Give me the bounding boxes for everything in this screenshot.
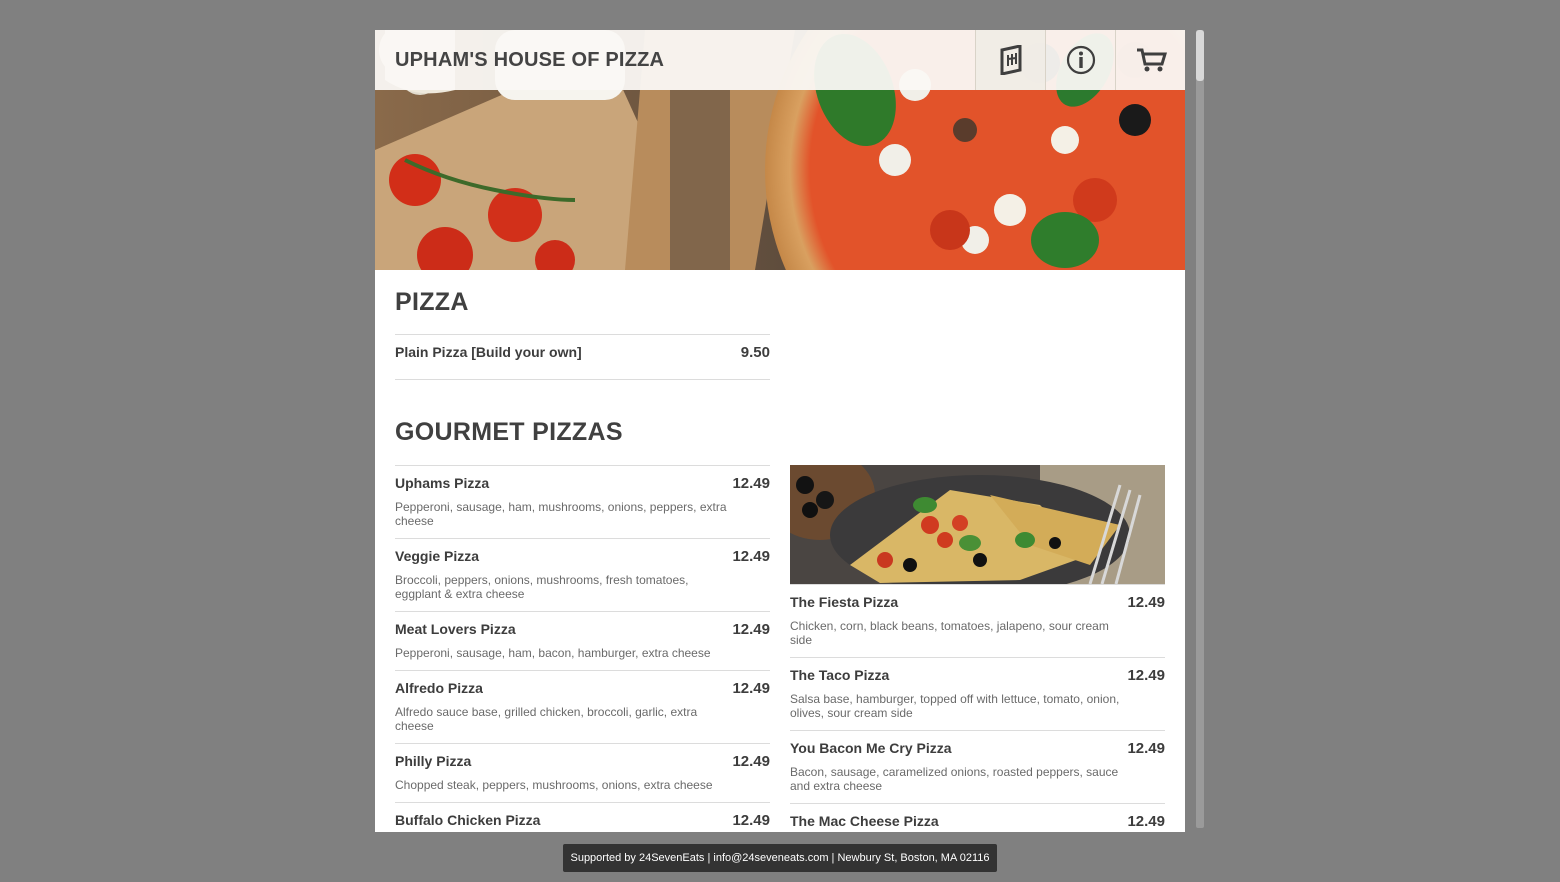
menu-item-name: Buffalo Chicken Pizza bbox=[395, 812, 541, 828]
menu-item-description: Chopped steak, peppers, mushrooms, onion… bbox=[395, 778, 713, 792]
menu-item-price: 12.49 bbox=[732, 753, 770, 770]
menu-item-price: 12.49 bbox=[1127, 594, 1165, 611]
menu-item-price: 12.49 bbox=[1127, 813, 1165, 830]
gourmet-pizza-photo bbox=[790, 465, 1165, 584]
menu-item-name: Veggie Pizza bbox=[395, 548, 480, 564]
menu-item-price: 12.49 bbox=[732, 475, 770, 492]
footer-text: Supported by 24SevenEats | info@24sevene… bbox=[570, 852, 990, 864]
menu-item-name: Alfredo Pizza bbox=[395, 680, 483, 696]
menu-item-description: Bacon, sausage, caramelized onions, roas… bbox=[790, 765, 1119, 793]
menu-item-description: Alfredo sauce base, grilled chicken, bro… bbox=[395, 705, 698, 733]
info-icon bbox=[1066, 45, 1096, 75]
menu-item-name: The Mac Cheese Pizza bbox=[790, 813, 939, 829]
cart-icon bbox=[1135, 46, 1167, 74]
menu-item-name: The Taco Pizza bbox=[790, 667, 890, 683]
pizza-list: Plain Pizza [Build your own] 9.50 bbox=[395, 334, 770, 380]
footer-bar: Supported by 24SevenEats | info@24sevene… bbox=[563, 844, 997, 872]
menu-item-price: 12.49 bbox=[1127, 667, 1165, 684]
restaurant-title: UPHAM'S HOUSE OF PIZZA bbox=[395, 48, 665, 71]
cart-button[interactable] bbox=[1115, 30, 1185, 90]
menu-item[interactable]: The Fiesta Pizza 12.49 Chicken, corn, bl… bbox=[790, 584, 1165, 657]
menu-item-price: 12.49 bbox=[732, 680, 770, 697]
gourmet-list-left: Uphams Pizza 12.49 Pepperoni, sausage, h… bbox=[395, 465, 770, 832]
menu-item-name: Plain Pizza [Build your own] bbox=[395, 344, 582, 360]
top-bar: UPHAM'S HOUSE OF PIZZA bbox=[375, 30, 1185, 90]
info-button[interactable] bbox=[1045, 30, 1115, 90]
menu-book-icon bbox=[998, 45, 1024, 75]
menu-item-price: 12.49 bbox=[732, 621, 770, 638]
menu-item-description: Chicken, corn, black beans, tomatoes, ja… bbox=[790, 619, 1109, 647]
menu-item-price: 12.49 bbox=[1127, 740, 1165, 757]
menu-item-price: 12.49 bbox=[732, 812, 770, 829]
menu-item-description: Salsa base, hamburger, topped off with l… bbox=[790, 692, 1120, 720]
menu-item-price: 12.49 bbox=[732, 548, 770, 565]
gourmet-list-right: The Fiesta Pizza 12.49 Chicken, corn, bl… bbox=[790, 465, 1165, 832]
menu-item[interactable]: The Mac Cheese Pizza 12.49 bbox=[790, 803, 1165, 832]
menu-item-name: You Bacon Me Cry Pizza bbox=[790, 740, 952, 756]
menu-item[interactable]: Philly Pizza 12.49 Chopped steak, pepper… bbox=[395, 743, 770, 802]
menu-item-description: Pepperoni, sausage, ham, mushrooms, onio… bbox=[395, 500, 727, 528]
menu-item-price: 9.50 bbox=[740, 344, 770, 361]
scrollbar-track[interactable] bbox=[1196, 30, 1204, 828]
menu-item[interactable]: You Bacon Me Cry Pizza 12.49 Bacon, saus… bbox=[790, 730, 1165, 803]
menu-item-name: The Fiesta Pizza bbox=[790, 594, 899, 610]
menu-item-description: Broccoli, peppers, onions, mushrooms, fr… bbox=[395, 573, 689, 601]
menu-item[interactable]: Buffalo Chicken Pizza 12.49 bbox=[395, 802, 770, 832]
divider bbox=[395, 379, 770, 380]
menu-item[interactable]: Plain Pizza [Build your own] 9.50 bbox=[395, 334, 770, 379]
menu-item-name: Uphams Pizza bbox=[395, 475, 490, 491]
section-title-gourmet: GOURMET PIZZAS bbox=[395, 418, 623, 446]
scrollbar-thumb[interactable] bbox=[1196, 30, 1204, 81]
menu-item-name: Meat Lovers Pizza bbox=[395, 621, 516, 637]
menu-panel: UPHAM'S HOUSE OF PIZZA PIZZA Plain Pizza… bbox=[375, 30, 1185, 832]
menu-item[interactable]: Veggie Pizza 12.49 Broccoli, peppers, on… bbox=[395, 538, 770, 611]
menu-book-button[interactable] bbox=[975, 30, 1045, 90]
menu-item[interactable]: Uphams Pizza 12.49 Pepperoni, sausage, h… bbox=[395, 465, 770, 538]
menu-item[interactable]: Meat Lovers Pizza 12.49 Pepperoni, sausa… bbox=[395, 611, 770, 670]
menu-item-description: Pepperoni, sausage, ham, bacon, hamburge… bbox=[395, 646, 711, 660]
menu-item[interactable]: The Taco Pizza 12.49 Salsa base, hamburg… bbox=[790, 657, 1165, 730]
menu-item[interactable]: Alfredo Pizza 12.49 Alfredo sauce base, … bbox=[395, 670, 770, 743]
section-title-pizza: PIZZA bbox=[395, 288, 469, 316]
menu-item-name: Philly Pizza bbox=[395, 753, 472, 769]
